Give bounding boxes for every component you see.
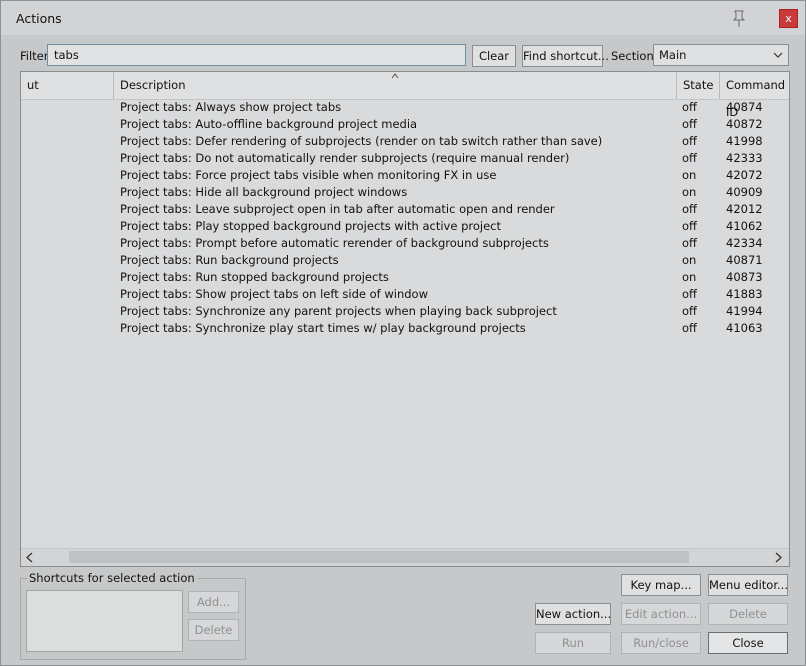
edit-action-button[interactable]: Edit action...: [621, 603, 701, 625]
sort-ascending-icon: [391, 73, 399, 79]
window-title: Actions: [16, 11, 62, 26]
pin-icon[interactable]: [731, 10, 747, 28]
row-description: Project tabs: Force project tabs visible…: [120, 168, 497, 182]
row-state: off: [682, 117, 697, 131]
table-row[interactable]: Project tabs: Show project tabs on left …: [21, 286, 789, 303]
row-command-id: 42334: [726, 236, 763, 250]
row-state: off: [682, 100, 697, 114]
clear-button[interactable]: Clear: [472, 45, 516, 67]
table-row[interactable]: Project tabs: Leave subproject open in t…: [21, 201, 789, 218]
table-row[interactable]: Project tabs: Synchronize play start tim…: [21, 320, 789, 337]
find-shortcut-button[interactable]: Find shortcut...: [522, 45, 609, 67]
section-select[interactable]: Main: [653, 44, 789, 66]
row-description: Project tabs: Leave subproject open in t…: [120, 202, 555, 216]
row-command-id: 41998: [726, 134, 763, 148]
row-state: off: [682, 202, 697, 216]
row-command-id: 42072: [726, 168, 763, 182]
row-command-id: 41994: [726, 304, 763, 318]
row-state: off: [682, 219, 697, 233]
scroll-left-icon[interactable]: [25, 552, 35, 563]
row-description: Project tabs: Defer rendering of subproj…: [120, 134, 603, 148]
row-command-id: 40909: [726, 185, 763, 199]
row-state: on: [682, 168, 697, 182]
table-row[interactable]: Project tabs: Do not automatically rende…: [21, 150, 789, 167]
row-state: off: [682, 321, 697, 335]
scroll-right-icon[interactable]: [773, 552, 783, 563]
row-state: off: [682, 304, 697, 318]
table-row[interactable]: Project tabs: Synchronize any parent pro…: [21, 303, 789, 320]
new-action-button[interactable]: New action...: [535, 603, 611, 625]
row-command-id: 40872: [726, 117, 763, 131]
row-description: Project tabs: Auto-offline background pr…: [120, 117, 418, 131]
row-description: Project tabs: Always show project tabs: [120, 100, 342, 114]
run-button[interactable]: Run: [535, 632, 611, 654]
row-description: Project tabs: Hide all background projec…: [120, 185, 408, 199]
row-description: Project tabs: Play stopped background pr…: [120, 219, 501, 233]
row-state: off: [682, 287, 697, 301]
row-command-id: 40874: [726, 100, 763, 114]
menu-editor-button[interactable]: Menu editor...: [708, 574, 788, 596]
column-header-state[interactable]: State: [677, 72, 720, 99]
row-state: off: [682, 134, 697, 148]
row-description: Project tabs: Run stopped background pro…: [120, 270, 389, 284]
actions-window: Actions x Filter: Clear Find shortcut...…: [0, 0, 806, 666]
row-command-id: 42012: [726, 202, 763, 216]
run-close-button[interactable]: Run/close: [621, 632, 701, 654]
row-description: Project tabs: Do not automatically rende…: [120, 151, 570, 165]
row-state: off: [682, 151, 697, 165]
row-command-id: 40873: [726, 270, 763, 284]
column-header-shortcut[interactable]: ut: [21, 72, 114, 99]
row-command-id: 41883: [726, 287, 763, 301]
row-state: on: [682, 253, 697, 267]
close-icon[interactable]: x: [779, 9, 798, 28]
row-description: Project tabs: Synchronize play start tim…: [120, 321, 526, 335]
shortcuts-list[interactable]: [26, 590, 183, 652]
scrollbar-thumb[interactable]: [69, 551, 689, 563]
column-header-command-id[interactable]: Command ID: [720, 72, 789, 119]
row-description: Project tabs: Prompt before automatic re…: [120, 236, 549, 250]
close-button[interactable]: Close: [708, 632, 788, 654]
title-bar[interactable]: Actions x: [1, 1, 805, 35]
delete-action-button[interactable]: Delete: [708, 603, 788, 625]
row-description: Project tabs: Run background projects: [120, 253, 339, 267]
list-header: ut Description State Command ID: [21, 72, 789, 119]
table-row[interactable]: Project tabs: Run background projects on 4…: [21, 252, 789, 269]
add-shortcut-button[interactable]: Add...: [188, 591, 239, 613]
table-row[interactable]: Project tabs: Run stopped background pro…: [21, 269, 789, 286]
row-description: Project tabs: Show project tabs on left …: [120, 287, 428, 301]
row-state: off: [682, 236, 697, 250]
row-description: Project tabs: Synchronize any parent pro…: [120, 304, 557, 318]
table-row[interactable]: Project tabs: Defer rendering of subproj…: [21, 133, 789, 150]
key-map-button[interactable]: Key map...: [621, 574, 701, 596]
actions-list[interactable]: ut Description State Command ID Project …: [20, 71, 790, 567]
chevron-down-icon: [773, 52, 783, 58]
row-command-id: 42333: [726, 151, 763, 165]
row-command-id: 40871: [726, 253, 763, 267]
filter-input[interactable]: [47, 44, 466, 66]
section-value: Main: [659, 48, 687, 62]
delete-shortcut-button[interactable]: Delete: [188, 619, 239, 641]
table-row[interactable]: Project tabs: Prompt before automatic re…: [21, 235, 789, 252]
table-row[interactable]: Project tabs: Auto-offline background pr…: [21, 116, 789, 133]
table-row[interactable]: Project tabs: Play stopped background pr…: [21, 218, 789, 235]
row-command-id: 41062: [726, 219, 763, 233]
row-state: on: [682, 185, 697, 199]
table-row[interactable]: Project tabs: Hide all background projec…: [21, 184, 789, 201]
shortcuts-group-title: Shortcuts for selected action: [27, 571, 197, 585]
table-row[interactable]: Project tabs: Always show project tabs of…: [21, 99, 789, 116]
horizontal-scrollbar[interactable]: [21, 548, 789, 566]
section-label: Section:: [611, 49, 658, 63]
row-command-id: 41063: [726, 321, 763, 335]
row-state: on: [682, 270, 697, 284]
table-row[interactable]: Project tabs: Force project tabs visible…: [21, 167, 789, 184]
